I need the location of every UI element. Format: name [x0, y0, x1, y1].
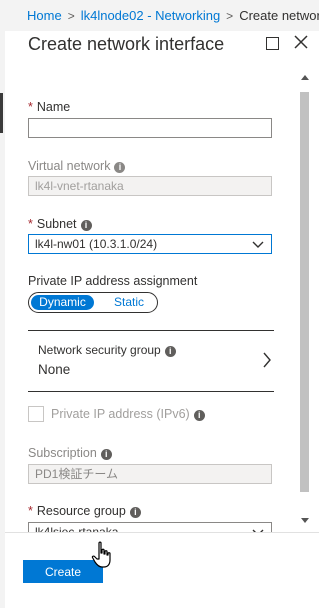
network-security-group-row[interactable]: Network security group i None — [28, 330, 274, 392]
maximize-icon[interactable] — [266, 37, 279, 50]
form-scroll-area: * Name Virtual network i lk4l-vnet-rtanaka… — [5, 68, 297, 532]
ipv6-label: Private IP address (IPv6) i — [51, 407, 205, 421]
private-ip-assignment-label: Private IP address assignment — [28, 274, 198, 288]
name-label: * Name — [28, 100, 71, 114]
breadcrumb-current: Create network interface — [239, 8, 319, 23]
info-icon[interactable]: i — [114, 162, 126, 173]
scrollbar-thumb[interactable] — [300, 92, 309, 492]
breadcrumb-separator-icon: > — [67, 9, 75, 23]
nsg-value: None — [38, 362, 71, 377]
dynamic-option[interactable]: Dynamic — [31, 295, 94, 310]
subnet-dropdown[interactable]: lk4l-nw01 (10.3.1.0/24) — [28, 234, 272, 254]
name-input[interactable] — [28, 118, 272, 138]
breadcrumb-networking[interactable]: lk4lnode02 - Networking — [81, 8, 220, 23]
required-marker: * — [28, 504, 33, 518]
left-dark-marker — [0, 93, 3, 133]
chevron-down-icon — [252, 241, 264, 248]
breadcrumb-home[interactable]: Home — [27, 8, 62, 23]
footer-divider — [5, 532, 319, 533]
ipv6-checkbox[interactable] — [28, 406, 44, 422]
nsg-label: Network security group i — [38, 343, 176, 357]
info-icon[interactable]: i — [80, 220, 92, 231]
scroll-up-icon[interactable] — [301, 74, 309, 80]
static-option[interactable]: Static — [114, 295, 144, 310]
virtual-network-label: Virtual network i — [28, 159, 126, 173]
hand-cursor-icon — [91, 541, 111, 568]
subnet-label: * Subnet i — [28, 217, 92, 231]
subnet-value: lk4l-nw01 (10.3.1.0/24) — [35, 237, 158, 251]
virtual-network-field: lk4l-vnet-rtanaka — [28, 176, 272, 196]
resource-group-label: * Resource group i — [28, 504, 141, 518]
panel-title: Create network interface — [28, 34, 225, 54]
breadcrumb-bar: Home > lk4lnode02 - Networking > Create netw… — [0, 0, 319, 32]
breadcrumb: Home > lk4lnode02 - Networking > Create netw… — [27, 8, 319, 23]
info-icon[interactable]: i — [100, 449, 112, 460]
info-icon[interactable]: i — [164, 346, 176, 357]
required-marker: * — [28, 217, 33, 231]
breadcrumb-separator-icon: > — [226, 9, 234, 23]
form-scrollbar[interactable] — [297, 68, 313, 532]
subscription-label: Subscription i — [28, 446, 112, 460]
private-ip-assignment-toggle[interactable]: Dynamic Static — [28, 292, 158, 313]
scroll-down-icon[interactable] — [301, 518, 309, 524]
resource-group-value: lk4lsiec-rtanaka — [35, 525, 119, 532]
subscription-field: PD1検証チーム — [28, 464, 272, 484]
chevron-right-icon — [263, 352, 271, 368]
info-icon[interactable]: i — [193, 410, 205, 421]
required-marker: * — [28, 100, 33, 114]
resource-group-dropdown[interactable]: lk4lsiec-rtanaka — [28, 522, 272, 532]
info-icon[interactable]: i — [129, 507, 141, 518]
close-icon[interactable] — [293, 34, 309, 50]
